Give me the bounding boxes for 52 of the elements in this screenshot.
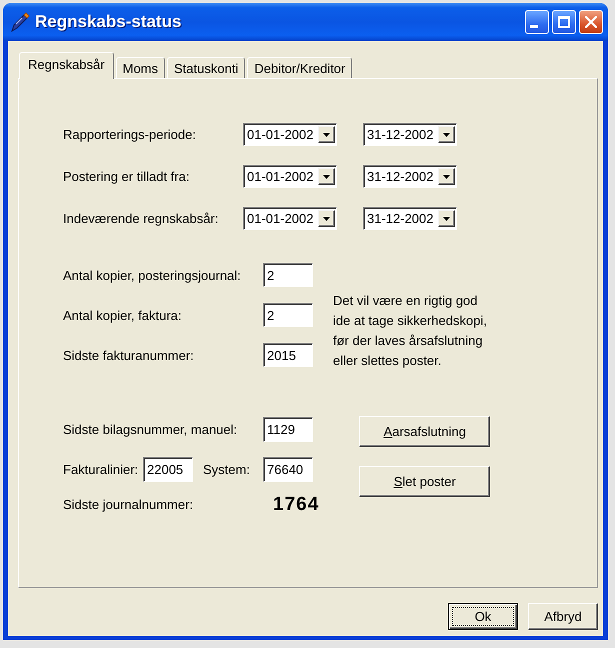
date-dropdown[interactable]: 01-01-2002 [243, 207, 337, 230]
dialog-button[interactable]: Afbryd [528, 603, 598, 630]
tab[interactable]: Debitor/Kreditor [247, 57, 352, 78]
maximize-icon [558, 16, 570, 28]
number-field[interactable]: 76640 [263, 457, 313, 482]
number-field[interactable]: 1129 [263, 417, 313, 442]
caret-icon [443, 216, 450, 220]
field-label: Sidste fakturanummer: [63, 348, 195, 362]
tab[interactable]: Moms [116, 57, 165, 78]
field-label: System: [203, 462, 251, 477]
date-dropdown[interactable]: 01-01-2002 [243, 123, 337, 146]
field-label: Sidste journalnummer: [63, 497, 194, 512]
window-title: Regnskabs-status [35, 12, 182, 32]
dropdown-button[interactable] [438, 168, 455, 185]
tab[interactable]: Regnskabsår [19, 52, 114, 79]
field-label: Postering er tilladt fra: [63, 169, 190, 184]
minimize-button[interactable] [525, 10, 549, 34]
dropdown-button[interactable] [318, 126, 335, 143]
caret-icon [323, 132, 330, 136]
tab[interactable]: Statuskonti [167, 57, 246, 78]
caret-icon [443, 174, 450, 178]
dropdown-button[interactable] [318, 168, 335, 185]
dialog-button[interactable]: Ok [448, 603, 518, 630]
close-icon [585, 16, 597, 28]
field-label: Sidste bilagsnummer, manuel: [63, 422, 238, 437]
date-dropdown[interactable]: 01-01-2002 [243, 165, 337, 188]
caret-icon [323, 216, 330, 220]
minimize-icon [530, 24, 538, 28]
field-label: Fakturalinier: [63, 462, 140, 477]
pen-icon [10, 12, 30, 32]
action-button[interactable]: Slet poster [359, 466, 490, 497]
dropdown-button[interactable] [318, 210, 335, 227]
dropdown-button[interactable] [438, 210, 455, 227]
caret-icon [443, 132, 450, 136]
journal-number: 1764 [273, 494, 320, 516]
action-button[interactable]: Aarsafslutning [359, 416, 490, 447]
maximize-button[interactable] [552, 10, 576, 34]
field-label: Rapporterings-periode: [63, 127, 196, 142]
field-label: Antal kopier, posteringsjournal: [63, 268, 242, 282]
number-field[interactable]: 2 [263, 263, 313, 287]
dropdown-button[interactable] [438, 126, 455, 143]
number-field[interactable]: 2015 [263, 343, 313, 367]
date-dropdown[interactable]: 31-12-2002 [363, 123, 457, 146]
backup-hint-text: Det vil være en rigtig god ide at tage sikkerhedskopi, før der laves årsafslutning eller slettes poster. [333, 292, 487, 370]
date-dropdown[interactable]: 31-12-2002 [363, 165, 457, 188]
field-label: Indeværende regnskabsår: [63, 211, 218, 226]
field-label: Antal kopier, faktura: [63, 308, 183, 322]
number-field[interactable]: 22005 [143, 457, 193, 482]
caret-icon [323, 174, 330, 178]
date-dropdown[interactable]: 31-12-2002 [363, 207, 457, 230]
number-field[interactable]: 2 [263, 303, 313, 327]
close-button[interactable] [579, 10, 603, 34]
